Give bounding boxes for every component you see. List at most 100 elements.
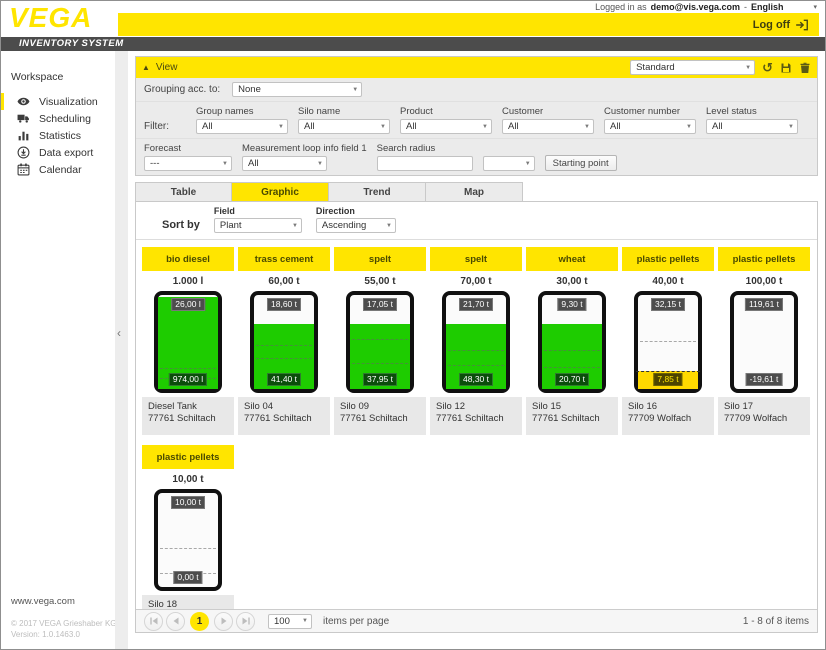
forecast-select[interactable]: --- ▼ xyxy=(144,156,232,171)
graphic-panel: Sort by Field Plant ▼ Direction Ascendin xyxy=(135,201,818,633)
filter-select-silo-name[interactable]: All▼ xyxy=(298,119,390,134)
log-off-button[interactable]: Log off xyxy=(753,19,809,31)
sidebar-item-data-export[interactable]: Data export xyxy=(1,144,116,161)
filter-column-label: Silo name xyxy=(298,106,390,117)
silo-card[interactable]: trass cement60,00 t18,60 t41,40 tSilo 04… xyxy=(238,247,330,435)
app-subtitle: INVENTORY SYSTEM xyxy=(1,37,825,51)
header: Logged in as demo@vis.vega.com - English… xyxy=(1,1,825,37)
filter-select-product[interactable]: All▼ xyxy=(400,119,492,134)
silo-info-footer: Silo 1577761 Schiltach xyxy=(526,397,618,435)
silo-location: 77761 Schiltach xyxy=(532,413,612,425)
previous-page-button[interactable] xyxy=(166,612,185,631)
silo-location: 77761 Schiltach xyxy=(436,413,516,425)
account-bar[interactable]: Logged in as demo@vis.vega.com - English… xyxy=(595,1,817,13)
filter-select-customer-number[interactable]: All▼ xyxy=(604,119,696,134)
chevron-down-icon: ▼ xyxy=(222,161,228,167)
tab-graphic[interactable]: Graphic xyxy=(232,182,329,201)
silo-card[interactable]: plastic pellets40,00 t32,15 t7,85 tSilo … xyxy=(622,247,714,435)
copyright-text: © 2017 VEGA Grieshaber KG xyxy=(11,619,117,630)
search-radius-label: Search radius xyxy=(377,143,473,154)
silo-name: Silo 16 xyxy=(628,401,708,413)
silo-product-label: trass cement xyxy=(238,247,330,271)
silo-card[interactable]: spelt55,00 t17,05 t37,95 tSilo 0977761 S… xyxy=(334,247,426,435)
tab-map[interactable]: Map xyxy=(426,182,523,201)
first-page-button[interactable] xyxy=(144,612,163,631)
tab-table[interactable]: Table xyxy=(135,182,232,201)
silo-graphic: 18,60 t41,40 t xyxy=(250,291,318,393)
silo-card[interactable]: plastic pellets10,00 t10,00 t0,00 tSilo … xyxy=(142,445,234,609)
sort-direction-select[interactable]: Ascending ▼ xyxy=(316,218,396,233)
page-1-button[interactable]: 1 xyxy=(190,612,209,631)
language-selector[interactable]: English xyxy=(751,2,784,12)
workspace-label: Workspace xyxy=(1,65,116,93)
silo-capacity: 10,00 t xyxy=(142,469,234,489)
silo-location: 77761 Schiltach xyxy=(244,413,324,425)
sidebar-item-label: Visualization xyxy=(39,96,98,108)
radius-unit-select[interactable]: ▼ xyxy=(483,156,535,171)
vega-website-link[interactable]: www.vega.com xyxy=(11,596,117,607)
next-page-button[interactable] xyxy=(214,612,233,631)
sidebar-item-scheduling[interactable]: Scheduling xyxy=(1,110,116,127)
download-icon xyxy=(17,146,30,159)
silo-empty-space-value: 17,05 t xyxy=(363,298,397,311)
chevron-down-icon: ▼ xyxy=(686,124,692,130)
sort-by-label: Sort by xyxy=(162,219,200,233)
filter-select-level-status[interactable]: All▼ xyxy=(706,119,798,134)
forecast-label: Forecast xyxy=(144,143,232,154)
silo-fill-amount-value: 7,85 t xyxy=(653,373,682,386)
filter-column-label: Customer number xyxy=(604,106,696,117)
silo-info-footer: Silo 1877709 Wolfach xyxy=(142,595,234,609)
loop-info-select[interactable]: All ▼ xyxy=(242,156,327,171)
collapse-panel-icon[interactable]: ▲ xyxy=(142,63,150,72)
app-window: Logged in as demo@vis.vega.com - English… xyxy=(0,0,826,650)
sidebar-collapse-strip[interactable]: ‹ xyxy=(115,51,128,649)
items-per-page-label: items per page xyxy=(323,616,389,627)
eye-icon xyxy=(17,95,30,108)
filter-column-label: Product xyxy=(400,106,492,117)
silo-capacity: 60,00 t xyxy=(238,271,330,291)
loop-info-label: Measurement loop info field 1 xyxy=(242,143,367,154)
threshold-line xyxy=(544,367,600,368)
last-page-button[interactable] xyxy=(236,612,255,631)
filter-column-label: Level status xyxy=(706,106,798,117)
silo-card-grid: bio diesel1.000 l26,00 l974,00 lDiesel T… xyxy=(136,240,817,609)
collapse-sidebar-icon[interactable]: ‹ xyxy=(117,326,121,340)
search-radius-input[interactable] xyxy=(377,156,473,171)
chevron-down-icon[interactable]: ▾ xyxy=(813,3,817,11)
silo-info-footer: Silo 1777709 Wolfach xyxy=(718,397,810,435)
threshold-line xyxy=(256,358,312,359)
logout-icon xyxy=(795,19,809,31)
starting-point-button[interactable]: Starting point xyxy=(545,155,617,171)
silo-graphic: 119,61 t-19,61 t xyxy=(730,291,798,393)
silo-card[interactable]: spelt70,00 t21,70 t48,30 tSilo 1277761 S… xyxy=(430,247,522,435)
silo-name: Diesel Tank xyxy=(148,401,228,413)
silo-empty-space-value: 21,70 t xyxy=(459,298,493,311)
filter-select-group-names[interactable]: All▼ xyxy=(196,119,288,134)
delete-icon[interactable] xyxy=(799,62,811,74)
silo-empty-space-value: 10,00 t xyxy=(171,496,205,509)
save-icon[interactable] xyxy=(780,62,792,74)
sidebar-item-statistics[interactable]: Statistics xyxy=(1,127,116,144)
sidebar-item-visualization[interactable]: Visualization xyxy=(1,93,116,110)
page-size-select[interactable]: 100 ▼ xyxy=(268,614,312,629)
silo-card[interactable]: wheat30,00 t9,30 t20,70 tSilo 1577761 Sc… xyxy=(526,247,618,435)
grouping-select[interactable]: None ▼ xyxy=(232,82,362,97)
silo-graphic: 21,70 t48,30 t xyxy=(442,291,510,393)
threshold-line xyxy=(352,363,408,364)
chevron-down-icon: ▼ xyxy=(482,124,488,130)
refresh-icon[interactable]: ↺ xyxy=(762,61,773,74)
sidebar-item-label: Statistics xyxy=(39,130,81,142)
silo-product-label: spelt xyxy=(430,247,522,271)
silo-card[interactable]: plastic pellets100,00 t119,61 t-19,61 tS… xyxy=(718,247,810,435)
threshold-line xyxy=(256,345,312,346)
sidebar-item-calendar[interactable]: Calendar xyxy=(1,161,116,178)
silo-product-label: wheat xyxy=(526,247,618,271)
tab-trend[interactable]: Trend xyxy=(329,182,426,201)
separator: - xyxy=(744,2,747,12)
filter-select-customer[interactable]: All▼ xyxy=(502,119,594,134)
silo-capacity: 55,00 t xyxy=(334,271,426,291)
view-preset-select[interactable]: Standard ▼ xyxy=(630,60,755,75)
silo-card[interactable]: bio diesel1.000 l26,00 l974,00 lDiesel T… xyxy=(142,247,234,435)
sort-field-select[interactable]: Plant ▼ xyxy=(214,218,302,233)
chevron-down-icon: ▼ xyxy=(386,223,392,229)
